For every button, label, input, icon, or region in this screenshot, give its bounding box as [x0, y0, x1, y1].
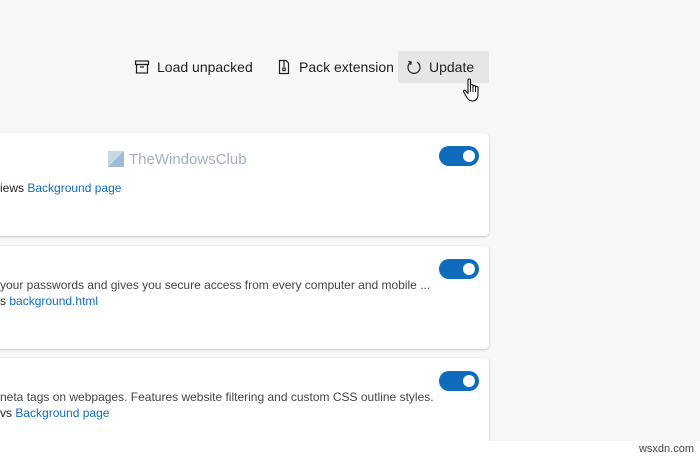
load-unpacked-icon	[134, 60, 150, 74]
extension-enable-toggle[interactable]	[439, 259, 479, 279]
extension-views: iews Background page	[0, 181, 121, 195]
extension-card: neta tags on webpages. Features website …	[0, 358, 489, 448]
views-prefix: vs	[0, 406, 12, 420]
extension-views: vs Background page	[0, 406, 109, 420]
toggle-knob	[463, 150, 475, 162]
pack-extension-button[interactable]: Pack extension	[268, 51, 402, 83]
update-label: Update	[429, 59, 475, 75]
views-prefix: s	[0, 294, 6, 308]
pack-extension-icon	[278, 59, 290, 75]
update-icon	[407, 60, 421, 74]
extension-views: s background.html	[0, 294, 98, 308]
extension-card: iews Background page	[0, 133, 489, 236]
background-page-link[interactable]: Background page	[15, 406, 109, 420]
pack-extension-label: Pack extension	[299, 59, 394, 75]
extension-description: your passwords and gives you secure acce…	[0, 278, 431, 292]
background-page-link[interactable]: Background page	[27, 181, 121, 195]
views-prefix: iews	[0, 181, 25, 195]
windows-logo-icon	[108, 151, 124, 167]
extension-description: neta tags on webpages. Features website …	[0, 390, 434, 404]
site-watermark: wsxdn.com	[638, 443, 694, 455]
footer-strip	[0, 441, 700, 459]
watermark-text: TheWindowsClub	[129, 150, 247, 168]
load-unpacked-label: Load unpacked	[157, 59, 253, 75]
load-unpacked-button[interactable]: Load unpacked	[126, 51, 261, 83]
extension-enable-toggle[interactable]	[439, 371, 479, 391]
toggle-knob	[463, 375, 475, 387]
hand-cursor-icon	[462, 78, 479, 102]
extension-enable-toggle[interactable]	[439, 146, 479, 166]
extension-card: your passwords and gives you secure acce…	[0, 246, 489, 349]
background-page-link[interactable]: background.html	[9, 294, 98, 308]
watermark: TheWindowsClub	[107, 150, 247, 168]
toggle-knob	[463, 263, 475, 275]
